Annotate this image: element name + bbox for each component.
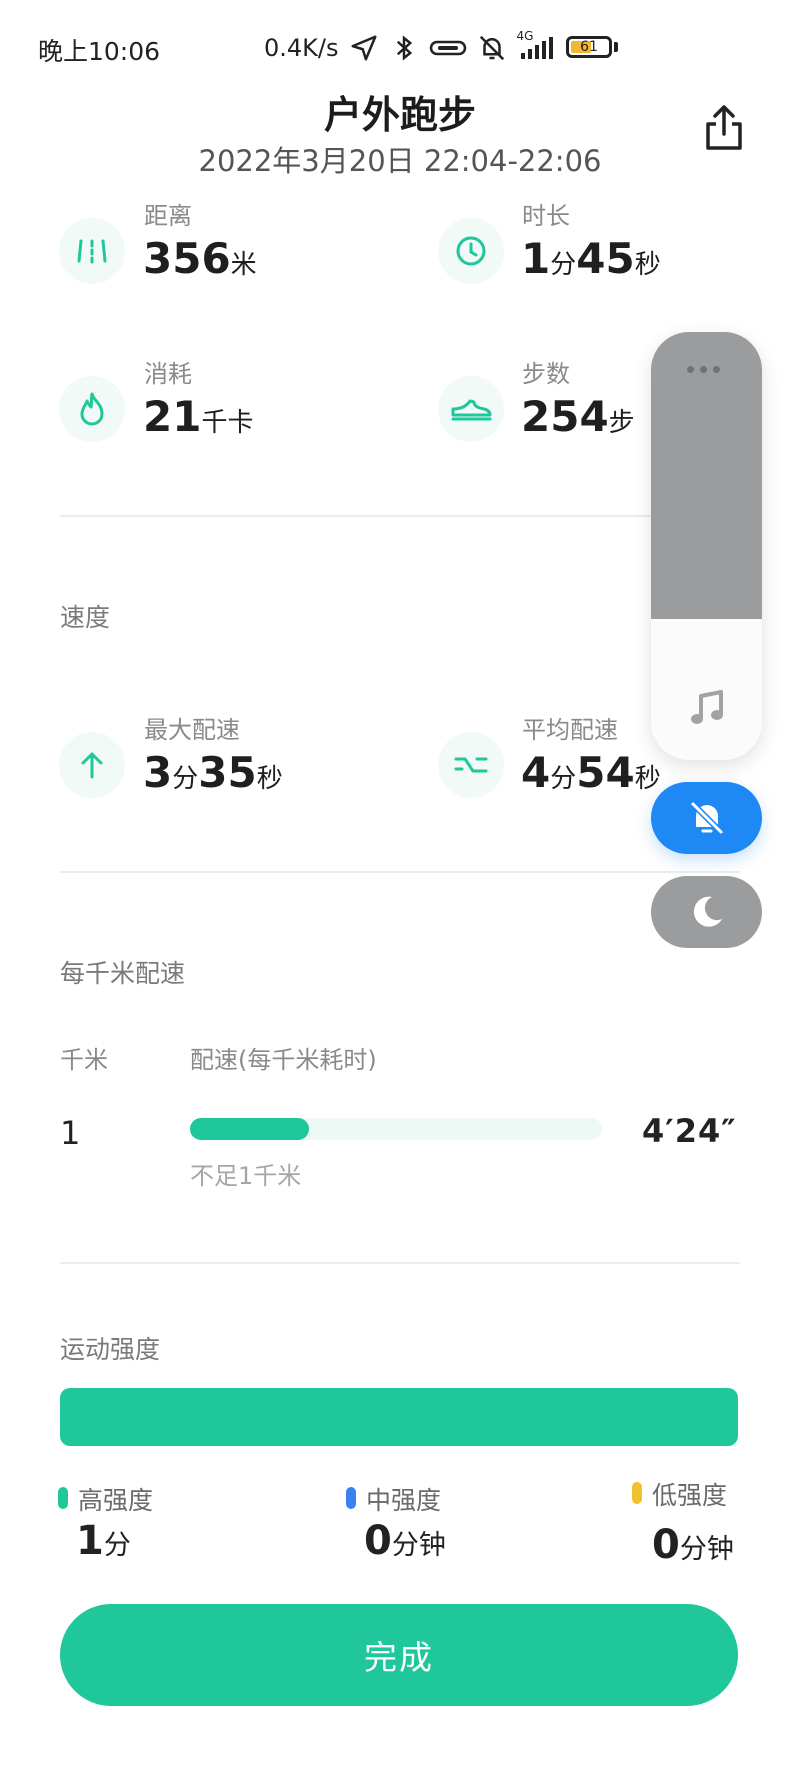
medium-intensity-dot (346, 1487, 356, 1509)
status-bar: 晚上10:06 0.4K/s 4G 61 (0, 0, 800, 90)
steps-unit: 步 (608, 408, 635, 438)
link-icon (429, 40, 466, 56)
avg-pace-sec-unit: 秒 (634, 764, 661, 794)
max-pace-min: 3 (143, 748, 173, 797)
max-pace-label: 最大配速 (144, 716, 240, 744)
duration-value: 1分45秒 (521, 234, 661, 283)
status-time: 晚上10:06 (38, 37, 161, 66)
avg-pace-min-unit: 分 (550, 764, 577, 794)
wave-icon (438, 732, 504, 798)
flame-icon (59, 376, 125, 442)
row-note: 不足1千米 (190, 1162, 302, 1190)
status-icons: 0.4K/s 4G (264, 29, 559, 66)
steps-number: 254 (521, 392, 609, 441)
medium-intensity-unit: 分钟 (391, 1530, 446, 1561)
high-intensity-value: 1分 (76, 1518, 131, 1564)
low-intensity-dot (632, 1482, 642, 1504)
battery-icon: 61 (566, 36, 612, 58)
mute-icon (479, 35, 504, 61)
signal-icon: 4G (517, 29, 559, 63)
music-icon[interactable] (687, 688, 727, 728)
do-not-disturb-button[interactable] (651, 876, 762, 948)
max-pace-value: 3分35秒 (143, 748, 283, 797)
distance-unit: 米 (230, 250, 257, 280)
distance-value: 356米 (143, 234, 257, 283)
intensity-bar (60, 1388, 738, 1446)
bell-off-icon (690, 801, 723, 835)
high-intensity-dot (58, 1487, 68, 1509)
low-intensity-value: 0分钟 (652, 1522, 734, 1568)
medium-intensity-value: 0分钟 (364, 1518, 446, 1564)
intensity-section-title: 运动强度 (60, 1335, 161, 1364)
max-pace-min-unit: 分 (172, 764, 199, 794)
pace-bar-track (190, 1118, 602, 1140)
battery-text: 61 (580, 39, 598, 55)
divider (60, 871, 740, 873)
medium-intensity-label: 中强度 (366, 1486, 442, 1515)
high-intensity-label: 高强度 (78, 1486, 154, 1515)
max-pace-sec-unit: 秒 (256, 764, 283, 794)
arrow-up-icon (59, 732, 125, 798)
mute-toggle-button[interactable] (651, 782, 762, 854)
low-intensity-label: 低强度 (652, 1481, 728, 1510)
medium-intensity-number: 0 (364, 1518, 392, 1564)
steps-label: 步数 (522, 360, 570, 388)
calories-unit: 千卡 (201, 408, 254, 438)
distance-number: 356 (143, 234, 231, 283)
page-subtitle: 2022年3月20日 22:04-22:06 (198, 144, 602, 178)
duration-label: 时长 (522, 202, 570, 230)
max-pace-sec: 35 (198, 748, 257, 797)
steps-value: 254步 (521, 392, 635, 441)
avg-pace-sec: 54 (576, 748, 635, 797)
row-km: 1 (60, 1114, 81, 1152)
low-intensity-number: 0 (652, 1522, 680, 1568)
low-intensity-unit: 分钟 (679, 1534, 734, 1565)
avg-pace-min: 4 (521, 748, 551, 797)
distance-icon (59, 218, 125, 284)
duration-min: 1 (521, 234, 551, 283)
shoe-icon (438, 376, 504, 442)
calories-value: 21千卡 (143, 392, 253, 441)
duration-sec-unit: 秒 (634, 250, 661, 280)
calories-number: 21 (143, 392, 202, 441)
share-icon[interactable] (702, 104, 746, 152)
speed-section-title: 速度 (60, 603, 111, 632)
col-pace-header: 配速(每千米耗时) (190, 1046, 377, 1074)
col-km-header: 千米 (60, 1046, 108, 1074)
volume-slider[interactable] (651, 332, 762, 619)
calories-label: 消耗 (144, 360, 192, 388)
high-intensity-number: 1 (76, 1518, 104, 1564)
battery-tip (614, 42, 618, 52)
done-button[interactable]: 完成 (60, 1604, 738, 1706)
volume-panel[interactable] (651, 332, 762, 760)
clock-icon (438, 218, 504, 284)
moon-icon (693, 896, 722, 927)
net-speed: 0.4K/s (264, 34, 339, 62)
per-km-section-title: 每千米配速 (60, 959, 186, 988)
pace-bar-fill (190, 1118, 310, 1140)
avg-pace-label: 平均配速 (522, 716, 618, 744)
divider (60, 515, 740, 517)
duration-sec: 45 (576, 234, 635, 283)
row-pace: 4′24″ (642, 1112, 737, 1150)
page-title: 户外跑步 (323, 93, 476, 137)
high-intensity-unit: 分 (103, 1530, 131, 1561)
bluetooth-icon (396, 35, 412, 61)
location-icon (351, 35, 376, 61)
more-icon[interactable] (687, 366, 720, 373)
avg-pace-value: 4分54秒 (521, 748, 661, 797)
divider (60, 1262, 740, 1264)
duration-min-unit: 分 (550, 250, 577, 280)
distance-label: 距离 (144, 202, 192, 230)
